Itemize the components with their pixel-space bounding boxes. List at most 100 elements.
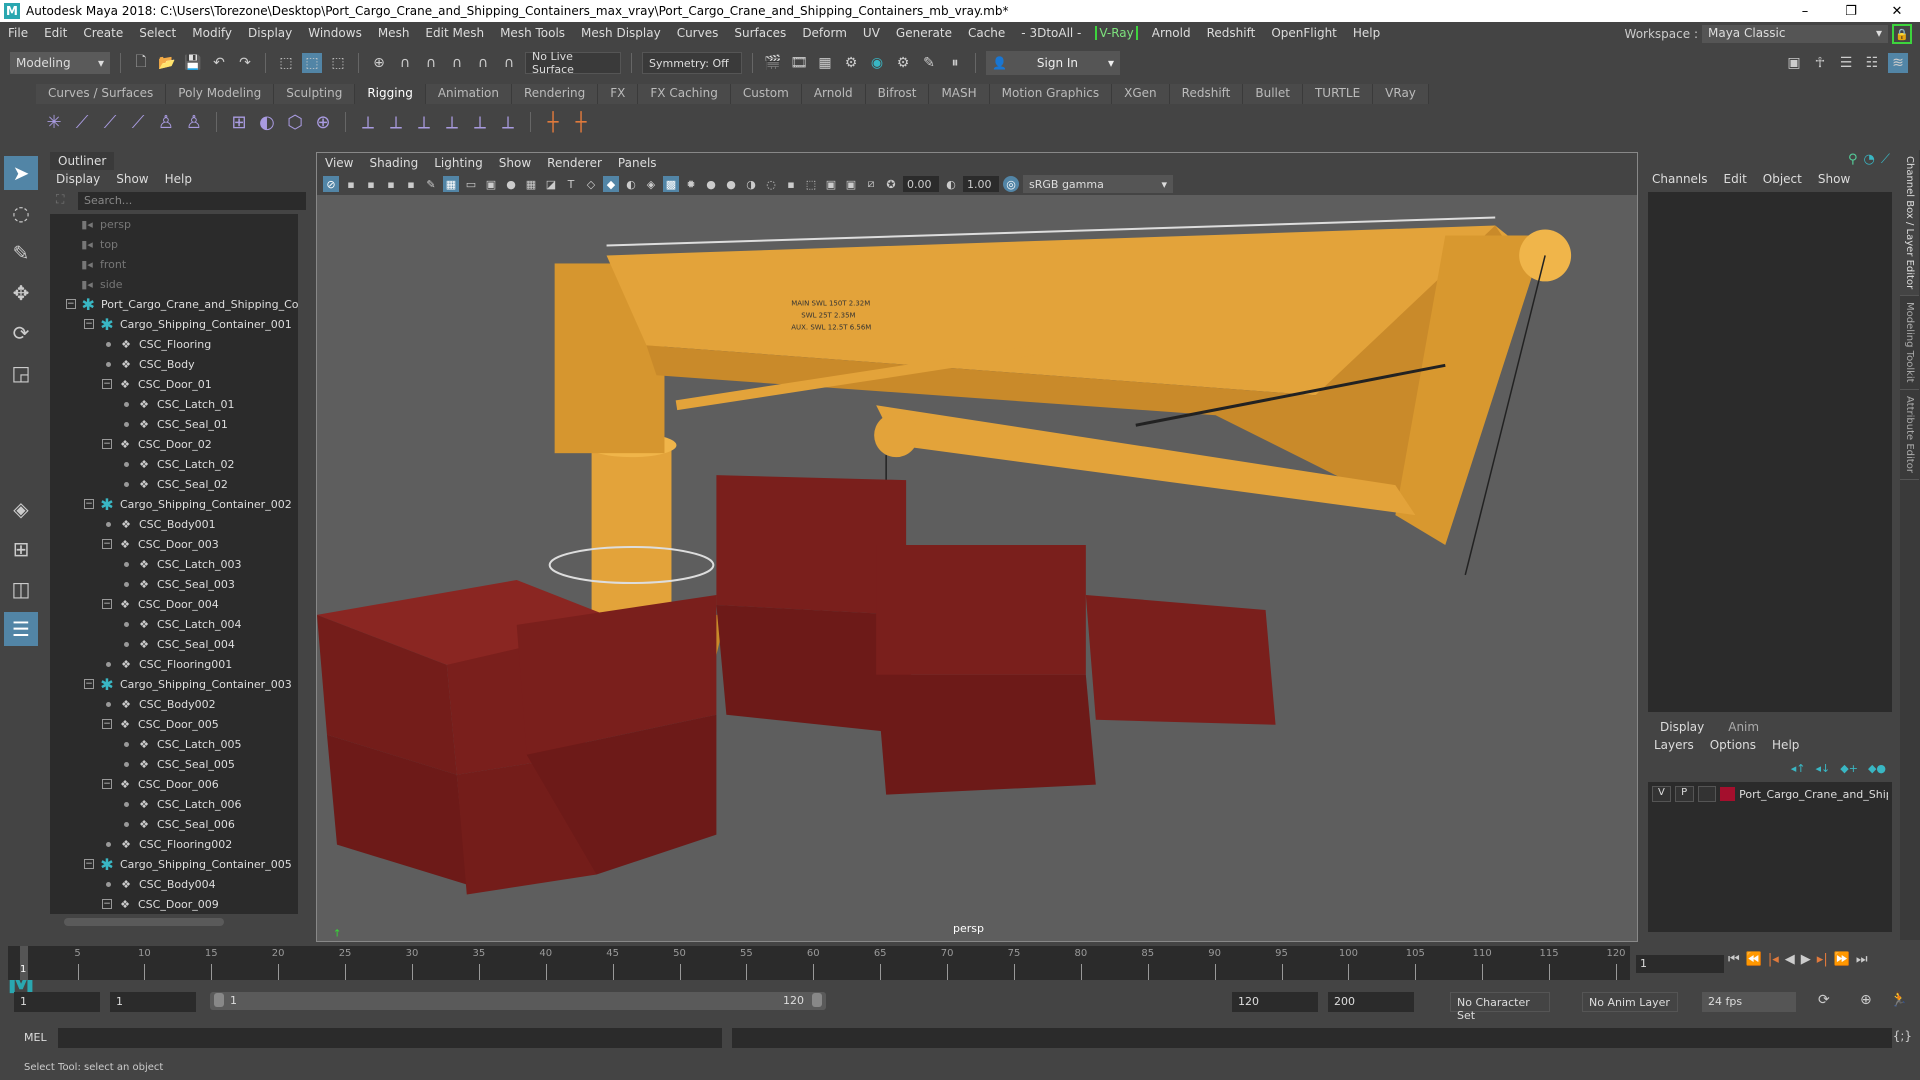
shelf-tab-rendering[interactable]: Rendering bbox=[512, 84, 599, 104]
render-setup-icon[interactable]: ⚙ bbox=[893, 53, 913, 73]
outliner-item[interactable]: ▮◂ side bbox=[50, 274, 298, 294]
menu-edit-mesh[interactable]: Edit Mesh bbox=[417, 26, 492, 40]
anti-aliasing-icon[interactable]: ◌ bbox=[763, 176, 779, 192]
2d-pan-zoom-icon[interactable]: ▪ bbox=[403, 176, 419, 192]
outliner-item[interactable]: ❖ CSC_Flooring bbox=[50, 334, 298, 354]
outliner-item[interactable]: ❖ CSC_Latch_01 bbox=[50, 394, 298, 414]
tab-anim[interactable]: Anim bbox=[1716, 718, 1771, 736]
collapse-toggle-icon[interactable]: − bbox=[102, 779, 112, 789]
collapse-toggle-icon[interactable]: − bbox=[102, 899, 112, 909]
menu-display[interactable]: Display bbox=[240, 26, 300, 40]
outliner-item[interactable]: ❖ CSC_Latch_02 bbox=[50, 454, 298, 474]
snap-surface-icon[interactable]: ∩ bbox=[473, 53, 493, 73]
menuset-dropdown[interactable]: Modeling ▾ bbox=[10, 52, 110, 74]
undo-icon[interactable]: ↶ bbox=[209, 53, 229, 73]
collapse-toggle-icon[interactable]: − bbox=[102, 439, 112, 449]
hypershade-icon[interactable]: ◉ bbox=[867, 53, 887, 73]
tool-settings-icon[interactable]: ☷ bbox=[1862, 53, 1882, 73]
joint-tool-icon[interactable]: ┼ bbox=[571, 112, 591, 133]
lock-icon[interactable]: 🔒 bbox=[1892, 24, 1912, 44]
redo-icon[interactable]: ↷ bbox=[235, 53, 255, 73]
outliner-item[interactable]: ❖ CSC_Seal_004 bbox=[50, 634, 298, 654]
color-space-dropdown[interactable]: sRGB gamma ▾ bbox=[1023, 175, 1173, 193]
step-back-frame-icon[interactable]: |◂ bbox=[1768, 952, 1779, 967]
playback-start-field[interactable]: 1 bbox=[110, 992, 196, 1012]
outliner-item[interactable]: ▮◂ front bbox=[50, 254, 298, 274]
lattice-icon[interactable]: ⬡ bbox=[285, 112, 305, 133]
shelf-tab-custom[interactable]: Custom bbox=[730, 84, 802, 104]
3d-scene[interactable]: MAIN SWL 150T 2.32M SWL 25T 2.35M AUX. S… bbox=[317, 195, 1637, 942]
xray-joints-icon[interactable]: ▣ bbox=[843, 176, 859, 192]
viewport-menu-view[interactable]: View bbox=[325, 156, 353, 170]
pole-vector-icon[interactable]: ⟂ bbox=[498, 112, 518, 133]
outliner-menu-show[interactable]: Show bbox=[116, 172, 148, 186]
outliner-item[interactable]: ❖ CSC_Seal_02 bbox=[50, 474, 298, 494]
layer-visibility-toggle[interactable]: V bbox=[1652, 786, 1671, 802]
layer-playback-toggle[interactable]: P bbox=[1674, 786, 1694, 802]
close-button[interactable]: ✕ bbox=[1874, 0, 1920, 22]
bind-skin-icon[interactable]: ⊞ bbox=[229, 112, 249, 133]
current-time-indicator[interactable]: 1 bbox=[20, 946, 28, 980]
collapse-toggle-icon[interactable]: − bbox=[84, 499, 94, 509]
outliner-item[interactable]: ❖ CSC_Latch_005 bbox=[50, 734, 298, 754]
shelf-tab-bullet[interactable]: Bullet bbox=[1243, 84, 1303, 104]
two-view-layout-icon[interactable]: ◫ bbox=[4, 572, 38, 606]
gate-mask-icon[interactable]: ● bbox=[503, 176, 519, 192]
viewport-menu-lighting[interactable]: Lighting bbox=[434, 156, 483, 170]
select-tool-icon[interactable]: ➤ bbox=[4, 156, 38, 190]
go-to-start-icon[interactable]: ⏮ bbox=[1728, 952, 1740, 967]
scrollbar-thumb[interactable] bbox=[64, 918, 224, 926]
menu-arnold[interactable]: Arnold bbox=[1144, 26, 1199, 40]
menu-generate[interactable]: Generate bbox=[888, 26, 960, 40]
render-frame-icon[interactable]: 🎬 bbox=[763, 53, 783, 73]
outliner-item[interactable]: − ❖ CSC_Door_006 bbox=[50, 774, 298, 794]
menu-windows[interactable]: Windows bbox=[300, 26, 370, 40]
range-end-handle[interactable] bbox=[812, 993, 822, 1007]
menu-uv[interactable]: UV bbox=[855, 26, 888, 40]
default-material-icon[interactable]: ◐ bbox=[623, 176, 639, 192]
current-frame-field[interactable]: 1 bbox=[1636, 955, 1724, 973]
live-surface-field[interactable]: No Live Surface bbox=[525, 50, 621, 76]
safe-action-icon[interactable]: ◪ bbox=[543, 176, 559, 192]
outliner-item[interactable]: − ✱ Cargo_Shipping_Container_005 bbox=[50, 854, 298, 874]
snap-view-icon[interactable]: ∩ bbox=[447, 53, 467, 73]
outliner-item[interactable]: − ✱ Cargo_Shipping_Container_002 bbox=[50, 494, 298, 514]
outliner-item[interactable]: ❖ CSC_Seal_003 bbox=[50, 574, 298, 594]
outliner-item[interactable]: − ✱ Cargo_Shipping_Container_001 bbox=[50, 314, 298, 334]
aim-constraint-icon[interactable]: ⟂ bbox=[470, 112, 490, 133]
locator-icon[interactable]: ┼ bbox=[543, 112, 563, 133]
layer-color-swatch[interactable] bbox=[1720, 787, 1736, 801]
range-slider[interactable]: 1 120 bbox=[210, 992, 826, 1010]
menu-edit[interactable]: Edit bbox=[36, 26, 75, 40]
outliner-item[interactable]: ▮◂ top bbox=[50, 234, 298, 254]
film-gate-icon[interactable]: ▭ bbox=[463, 176, 479, 192]
paint-select-tool-icon[interactable]: ✎ bbox=[4, 236, 38, 270]
menu-mesh-tools[interactable]: Mesh Tools bbox=[492, 26, 573, 40]
ik-spline-icon[interactable]: ⟋ bbox=[128, 112, 148, 133]
select-hierarchy-icon[interactable]: ⬚ bbox=[276, 53, 296, 73]
outliner-item[interactable]: ❖ CSC_Flooring002 bbox=[50, 834, 298, 854]
layer-menu-options[interactable]: Options bbox=[1710, 738, 1756, 752]
image-plane-icon[interactable]: ▪ bbox=[383, 176, 399, 192]
layer-menu-layers[interactable]: Layers bbox=[1654, 738, 1694, 752]
menu-file[interactable]: File bbox=[0, 26, 36, 40]
move-layer-down-icon[interactable]: ◂↓ bbox=[1816, 762, 1831, 775]
collapse-toggle-icon[interactable]: − bbox=[84, 319, 94, 329]
ipr-render-icon[interactable]: ▦ bbox=[815, 53, 835, 73]
viewport-menu-show[interactable]: Show bbox=[499, 156, 531, 170]
lasso-tool-icon[interactable]: ◌ bbox=[4, 196, 38, 230]
wireframe-icon[interactable]: ◇ bbox=[583, 176, 599, 192]
collapse-toggle-icon[interactable]: − bbox=[102, 599, 112, 609]
grease-pencil-icon[interactable]: ✎ bbox=[423, 176, 439, 192]
snap-grid-icon[interactable]: ⊕ bbox=[369, 53, 389, 73]
menu-create[interactable]: Create bbox=[75, 26, 131, 40]
layer-menu-help[interactable]: Help bbox=[1772, 738, 1799, 752]
orient-constraint-icon[interactable]: ⟂ bbox=[414, 112, 434, 133]
wireframe-on-shaded-icon[interactable]: ◈ bbox=[643, 176, 659, 192]
outliner-layout-icon[interactable]: ☰ bbox=[4, 612, 38, 646]
playback-end-field[interactable]: 120 bbox=[1232, 992, 1318, 1012]
menu-deform[interactable]: Deform bbox=[794, 26, 855, 40]
step-back-key-icon[interactable]: ⏪ bbox=[1746, 952, 1762, 967]
time-slider[interactable]: 1 5 10 15 20 25 30 35 40 45 50 55 60 65 70 75 80 85 90 95 1… bbox=[8, 946, 1630, 980]
symmetry-dropdown[interactable]: Symmetry: Off bbox=[642, 52, 742, 74]
